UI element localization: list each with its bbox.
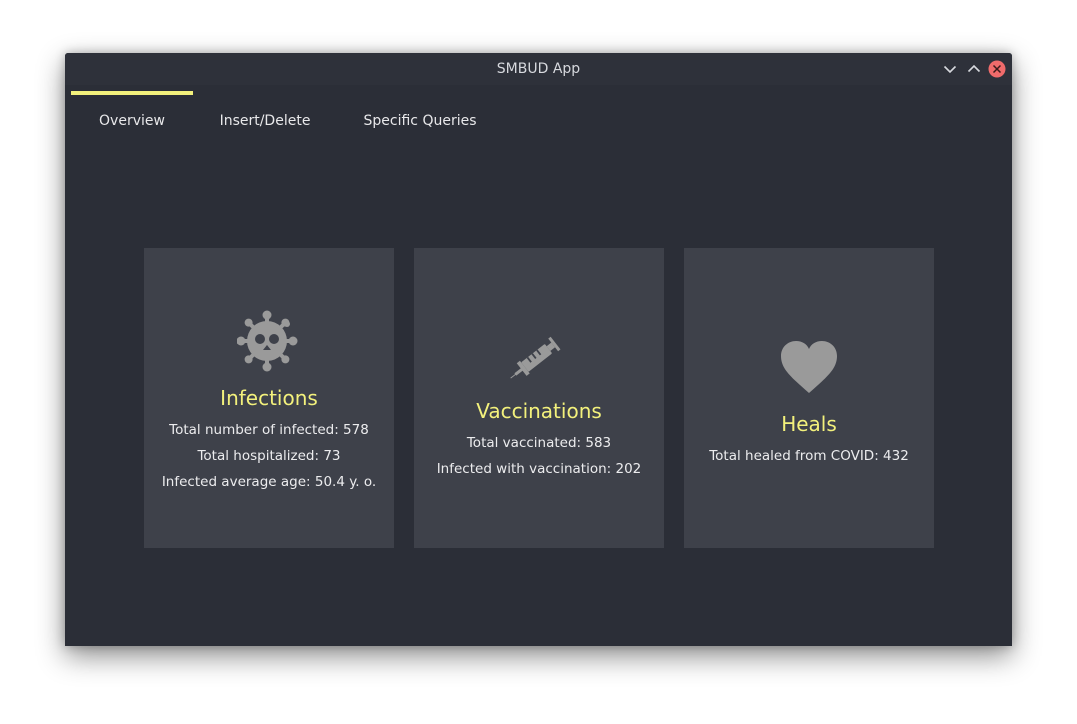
syringe-icon [414,328,664,384]
infections-average-age: Infected average age: 50.4 y. o. [161,474,377,490]
heals-card: Heals Total healed from COVID: 432 [684,248,934,548]
virus-skull-icon [144,310,394,372]
chevron-down-icon [943,65,957,74]
vaccinations-title: Vaccinations [476,399,602,423]
tab-bar: Overview Insert/Delete Specific Queries [65,85,1012,145]
heals-total-healed: Total healed from COVID: 432 [709,448,909,464]
tab-insert-delete-label: Insert/Delete [219,113,311,129]
window-title: SMBUD App [496,61,581,77]
vaccinations-total: Total vaccinated: 583 [466,435,612,451]
tab-insert-delete[interactable]: Insert/Delete [205,85,325,145]
chevron-up-icon [967,64,981,73]
vaccinations-card: Vaccinations Total vaccinated: 583 Infec… [414,248,664,548]
infections-total-hospitalized: Total hospitalized: 73 [197,448,341,464]
app-window: SMBUD App Overview Insert/Delete Specifi… [65,53,1012,646]
infections-total-infected: Total number of infected: 578 [169,422,369,438]
maximize-button[interactable] [965,60,983,78]
tab-specific-queries-label: Specific Queries [363,113,477,129]
title-bar[interactable]: SMBUD App [65,53,1012,85]
close-button[interactable] [988,60,1006,78]
infections-card: Infections Total number of infected: 578… [144,248,394,548]
vaccinations-infected: Infected with vaccination: 202 [436,461,642,477]
heart-icon [684,341,934,395]
tab-overview-label: Overview [99,113,165,129]
tab-overview[interactable]: Overview [71,85,193,145]
tab-specific-queries[interactable]: Specific Queries [350,85,490,145]
infections-title: Infections [220,386,318,410]
heals-title: Heals [781,412,837,436]
minimize-button[interactable] [941,60,959,78]
